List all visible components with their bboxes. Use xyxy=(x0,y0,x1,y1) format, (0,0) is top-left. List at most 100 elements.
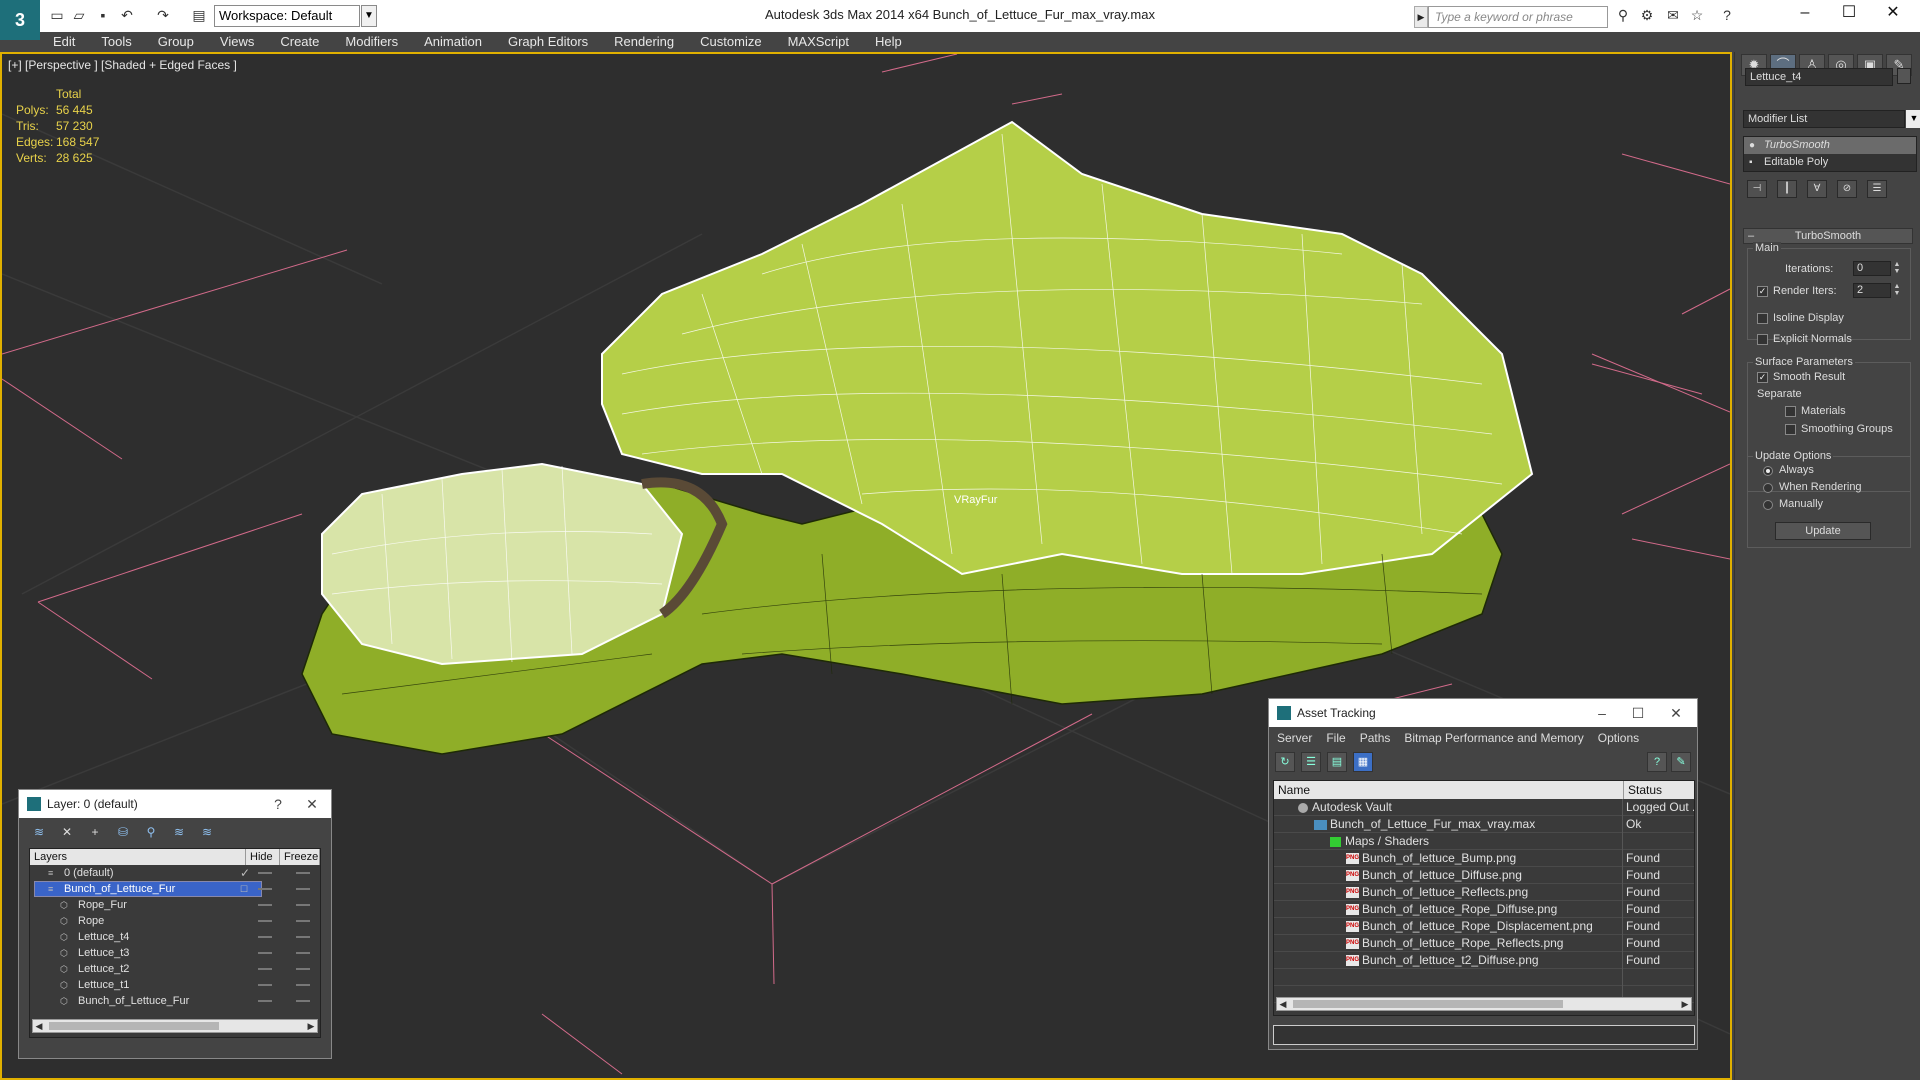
remove-modifier-icon[interactable]: ⊘ xyxy=(1837,180,1857,198)
asset-menu-item[interactable]: Options xyxy=(1598,727,1639,749)
menu-item[interactable]: Customize xyxy=(687,32,774,52)
help-icon[interactable]: ? xyxy=(263,790,293,818)
help-icon[interactable]: ? xyxy=(1718,6,1736,24)
delete-layer-icon[interactable]: ✕ xyxy=(57,823,77,841)
layer-row[interactable]: ⬡ Lettuce_t1 xyxy=(30,977,320,993)
layer-row[interactable]: ⬡ Rope_Fur xyxy=(30,897,320,913)
menu-item[interactable]: Create xyxy=(267,32,332,52)
update-button[interactable]: Update xyxy=(1775,522,1871,540)
settings-icon[interactable]: ✎ xyxy=(1671,752,1691,772)
hide-toggle[interactable] xyxy=(258,920,272,922)
close-button[interactable]: ✕ xyxy=(1870,0,1916,28)
hide-toggle[interactable] xyxy=(258,904,272,906)
asset-menu-item[interactable]: Server xyxy=(1277,727,1312,749)
asset-row[interactable]: Bunch_of_Lettuce_Fur_max_vray.max Ok xyxy=(1274,816,1694,833)
search-input[interactable]: Type a keyword or phrase xyxy=(1428,6,1608,28)
asset-menu-item[interactable]: Bitmap Performance and Memory xyxy=(1404,727,1583,749)
maximize-button[interactable]: ☐ xyxy=(1623,699,1653,727)
binoculars-icon[interactable]: ⚲ xyxy=(1614,6,1632,24)
col-hide[interactable]: Hide xyxy=(246,849,280,865)
subscription-icon[interactable]: ⚙ xyxy=(1638,6,1656,24)
hide-toggle[interactable] xyxy=(258,952,272,954)
asset-row[interactable]: PNG Bunch_of_lettuce_t2_Diffuse.png Found xyxy=(1274,952,1694,969)
close-icon[interactable]: ✕ xyxy=(297,790,327,818)
menu-item[interactable]: Edit xyxy=(40,32,88,52)
menu-item[interactable]: Rendering xyxy=(601,32,687,52)
communication-icon[interactable]: ✉ xyxy=(1664,6,1682,24)
freeze-toggle[interactable] xyxy=(296,952,310,954)
stack-item-turbosmooth[interactable]: ● TurboSmooth xyxy=(1744,137,1916,154)
asset-row[interactable]: Maps / Shaders xyxy=(1274,833,1694,850)
create-layer-icon[interactable]: ≋ xyxy=(29,823,49,841)
menu-item[interactable]: Help xyxy=(862,32,915,52)
asset-row[interactable]: PNG Bunch_of_lettuce_Rope_Reflects.png Fou… xyxy=(1274,935,1694,952)
freeze-toggle[interactable] xyxy=(296,984,310,986)
asset-row[interactable]: PNG Bunch_of_lettuce_Diffuse.png Found xyxy=(1274,867,1694,884)
freeze-toggle[interactable] xyxy=(296,872,310,874)
col-name[interactable]: Name xyxy=(1274,781,1624,799)
scroll-thumb[interactable] xyxy=(49,1022,219,1030)
layer-window-titlebar[interactable]: Layer: 0 (default) ? ✕ xyxy=(19,790,331,818)
asset-row[interactable]: PNG Bunch_of_lettuce_Reflects.png Found xyxy=(1274,884,1694,901)
asset-window-titlebar[interactable]: Asset Tracking – ☐ ✕ xyxy=(1269,699,1697,727)
freeze-toggle[interactable] xyxy=(296,968,310,970)
highlight-selected-icon[interactable]: ⚲ xyxy=(141,823,161,841)
hide-toggle[interactable] xyxy=(258,984,272,986)
hide-all-icon[interactable]: ≋ xyxy=(169,823,189,841)
spinner-arrows-icon[interactable]: ▲ ▼ xyxy=(1893,261,1901,276)
layer-row[interactable]: ⬡ Rope xyxy=(30,913,320,929)
add-to-layer-icon[interactable]: + xyxy=(85,823,105,841)
close-button[interactable]: ✕ xyxy=(1661,699,1691,727)
explicit-normals-checkbox[interactable] xyxy=(1757,334,1768,345)
active-layer-check-icon[interactable]: ✓ xyxy=(240,865,250,881)
smooth-result-checkbox[interactable]: ✓ xyxy=(1757,372,1768,383)
menu-item[interactable]: Tools xyxy=(88,32,144,52)
manually-radio[interactable] xyxy=(1763,500,1773,510)
hide-toggle[interactable] xyxy=(258,936,272,938)
spinner-arrows-icon[interactable]: ▲ ▼ xyxy=(1893,283,1901,298)
layer-row[interactable]: ⬡ Lettuce_t3 xyxy=(30,945,320,961)
freeze-toggle[interactable] xyxy=(296,1000,310,1002)
freeze-toggle[interactable] xyxy=(296,888,310,890)
freeze-all-icon[interactable]: ≋ xyxy=(197,823,217,841)
pin-stack-icon[interactable]: ⊣ xyxy=(1747,180,1767,198)
isoline-display-checkbox[interactable] xyxy=(1757,313,1768,324)
freeze-toggle[interactable] xyxy=(296,920,310,922)
smoothing-groups-checkbox[interactable] xyxy=(1785,424,1796,435)
when-rendering-radio[interactable] xyxy=(1763,483,1773,493)
asset-row[interactable]: PNG Bunch_of_lettuce_Rope_Diffuse.png Foun… xyxy=(1274,901,1694,918)
always-radio[interactable] xyxy=(1763,466,1773,476)
menu-item[interactable]: MAXScript xyxy=(775,32,862,52)
viewport-label[interactable]: [+] [Perspective ] [Shaded + Edged Faces… xyxy=(8,58,237,72)
layer-horizontal-scrollbar[interactable]: ◀ ▶ xyxy=(32,1019,318,1033)
list-view-icon[interactable]: ☰ xyxy=(1301,752,1321,772)
layer-row[interactable]: ≡ 0 (default) ✓ xyxy=(30,865,320,881)
render-iters-spinner[interactable]: 2 xyxy=(1853,283,1891,298)
scroll-left-icon[interactable]: ◀ xyxy=(1277,998,1289,1010)
hide-toggle[interactable] xyxy=(258,1000,272,1002)
help-icon[interactable]: ? xyxy=(1647,752,1667,772)
iterations-spinner[interactable]: 0 xyxy=(1853,261,1891,276)
minimize-button[interactable]: – xyxy=(1587,699,1617,727)
freeze-toggle[interactable] xyxy=(296,936,310,938)
layer-row[interactable]: ≡ Bunch_of_Lettuce_Fur ☐ xyxy=(30,881,320,897)
scroll-thumb[interactable] xyxy=(1293,1000,1563,1008)
hide-toggle[interactable] xyxy=(258,888,272,890)
search-expand-icon[interactable]: ▶ xyxy=(1414,6,1428,28)
object-color-swatch[interactable] xyxy=(1897,68,1911,84)
set-current-layer-icon[interactable]: ☐ xyxy=(240,881,248,897)
menu-item[interactable]: Animation xyxy=(411,32,495,52)
select-objects-icon[interactable]: ⛁ xyxy=(113,823,133,841)
asset-row[interactable]: PNG Bunch_of_lettuce_Bump.png Found xyxy=(1274,850,1694,867)
table-view-icon[interactable]: ▦ xyxy=(1353,752,1373,772)
col-layers[interactable]: Layers xyxy=(30,849,246,865)
lightbulb-icon[interactable]: ● xyxy=(1749,137,1755,154)
menu-item[interactable]: Views xyxy=(207,32,267,52)
layer-row[interactable]: ⬡ Lettuce_t2 xyxy=(30,961,320,977)
minimize-button[interactable]: – xyxy=(1782,0,1828,28)
asset-path-field[interactable] xyxy=(1273,1025,1695,1045)
scroll-left-icon[interactable]: ◀ xyxy=(33,1020,45,1032)
scroll-right-icon[interactable]: ▶ xyxy=(1679,998,1691,1010)
make-unique-icon[interactable]: ∀ xyxy=(1807,180,1827,198)
configure-sets-icon[interactable]: ☰ xyxy=(1867,180,1887,198)
